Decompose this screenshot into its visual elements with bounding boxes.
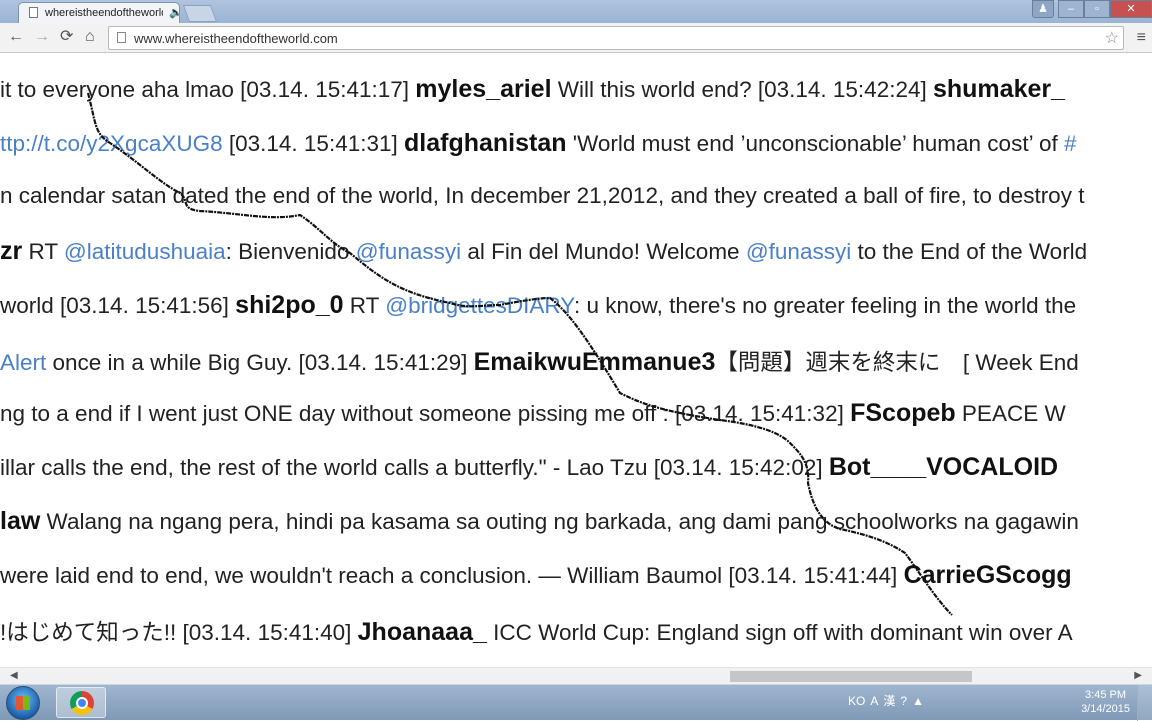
address-bar[interactable]: www.whereistheendoftheworld.com ☆: [108, 26, 1124, 50]
scroll-left-arrow-icon[interactable]: ◀: [10, 670, 18, 681]
minimize-button[interactable]: –: [1058, 0, 1084, 18]
page-icon: [117, 32, 126, 43]
tab-title: whereistheendoftheworld.com: [45, 7, 163, 19]
close-window-button[interactable]: ✕: [1110, 0, 1152, 18]
page-favicon-icon: [29, 7, 38, 18]
clock-date: 3/14/2015: [1081, 703, 1130, 715]
new-tab-button[interactable]: [182, 5, 218, 22]
language-indicator[interactable]: KO: [848, 694, 865, 708]
bookmark-star-icon[interactable]: ☆: [1105, 28, 1119, 48]
clock-time: 3:45 PM: [1085, 689, 1127, 701]
menu-icon[interactable]: ≡: [1137, 29, 1146, 47]
show-desktop-button[interactable]: [1137, 685, 1152, 721]
reload-icon[interactable]: ⟳: [60, 28, 73, 46]
start-button[interactable]: [6, 686, 40, 720]
speaker-icon: 🔈: [169, 7, 183, 19]
tray-expand-icon[interactable]: ▲: [912, 694, 924, 708]
account-icon[interactable]: ♟: [1032, 0, 1054, 18]
ime-mode-icon[interactable]: A: [870, 694, 878, 708]
browser-toolbar: ← → ⟳ ⌂ www.whereistheendoftheworld.com …: [0, 23, 1152, 53]
taskbar-chrome-button[interactable]: [56, 687, 106, 718]
browser-tab[interactable]: whereistheendoftheworld.com 🔈 ✕: [18, 2, 195, 23]
clock[interactable]: 3:45 PM 3/14/2015: [1081, 688, 1130, 716]
horizontal-scrollbar[interactable]: ◀ ▶: [0, 667, 1152, 684]
window-controls: ♟ – ▫ ✕: [1032, 0, 1152, 18]
url-text[interactable]: www.whereistheendoftheworld.com: [134, 31, 338, 46]
windows-taskbar: KO A 漢 ? ▲ 3:45 PM 3/14/2015: [0, 684, 1152, 721]
scroll-right-arrow-icon[interactable]: ▶: [1134, 670, 1142, 681]
maximize-button[interactable]: ▫: [1084, 0, 1110, 18]
scribble-drawing: [86, 92, 953, 616]
hanja-icon[interactable]: 漢: [883, 692, 895, 709]
forward-arrow-icon[interactable]: →: [34, 28, 50, 46]
page-content: it to everyone aha lmao [03.14. 15:41:17…: [0, 53, 1152, 667]
home-icon[interactable]: ⌂: [85, 28, 95, 46]
scrollbar-thumb[interactable]: [730, 671, 972, 682]
back-arrow-icon[interactable]: ←: [8, 28, 24, 46]
chrome-icon: [70, 691, 94, 715]
title-bar: whereistheendoftheworld.com 🔈 ✕ ♟ – ▫ ✕: [0, 0, 1152, 23]
help-icon[interactable]: ?: [900, 694, 907, 708]
system-tray: KO A 漢 ? ▲: [848, 692, 924, 709]
